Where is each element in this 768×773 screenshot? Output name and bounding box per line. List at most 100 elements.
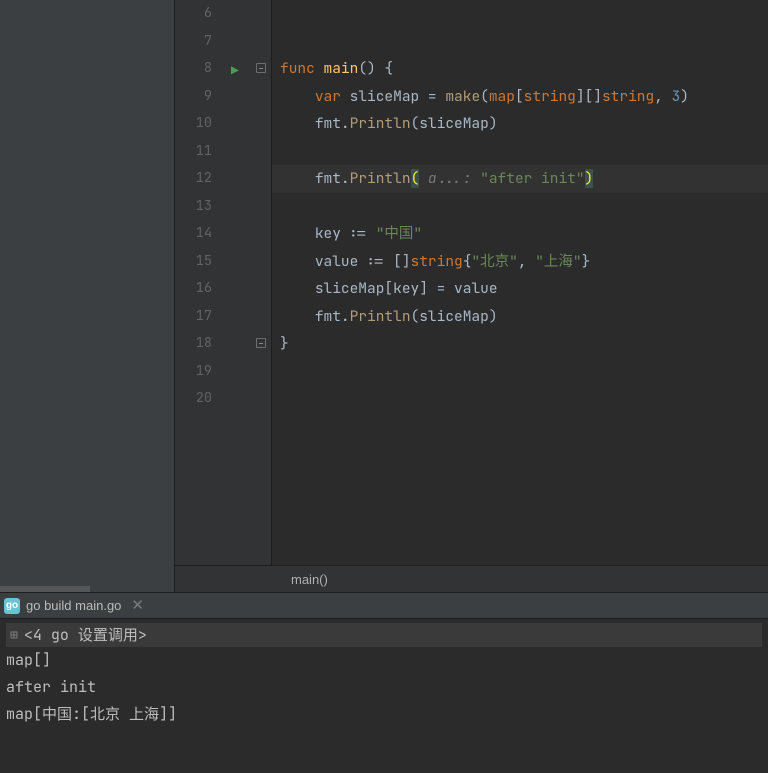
editor: 67891011121314151617181920 ▶ func main()… — [175, 0, 768, 592]
console-output-line: map[] — [6, 647, 762, 674]
code-line[interactable]: key := "中国" — [272, 220, 768, 248]
code-token: map — [489, 87, 515, 106]
code-token: , — [654, 87, 671, 106]
code-token: main — [324, 59, 359, 78]
line-number[interactable]: 14 — [175, 220, 212, 248]
code-token: ( — [411, 169, 420, 188]
fold-gutter[interactable] — [254, 0, 272, 565]
code-token: ( — [411, 307, 420, 326]
breadcrumb[interactable]: main() — [175, 565, 768, 592]
run-tab-title[interactable]: go build main.go — [26, 598, 121, 613]
code-token: string — [411, 252, 463, 271]
run-console[interactable]: ⊞ <4 go 设置调用> map[]after initmap[中国:[北京 … — [0, 619, 768, 728]
code-token: := — [341, 224, 376, 243]
line-number[interactable]: 9 — [175, 83, 212, 111]
code-line[interactable] — [272, 193, 768, 221]
code-token: "北京" — [471, 252, 517, 271]
code-token: Println — [350, 114, 411, 133]
line-number[interactable]: 19 — [175, 358, 212, 386]
code-token: } — [582, 252, 591, 271]
code-token: := [] — [358, 252, 410, 271]
code-token: () — [358, 59, 375, 78]
code-token: Println — [350, 169, 411, 188]
line-number[interactable]: 7 — [175, 28, 212, 56]
code-token: fmt — [315, 307, 341, 326]
code-token: var — [315, 87, 350, 106]
line-number[interactable]: 6 — [175, 0, 212, 28]
code-line[interactable] — [272, 0, 768, 28]
line-number-gutter[interactable]: 67891011121314151617181920 — [175, 0, 224, 565]
project-tool-window[interactable] — [0, 0, 175, 592]
code-token: ] — [419, 279, 428, 298]
code-token — [280, 307, 315, 326]
line-number[interactable]: 18 — [175, 330, 212, 358]
code-token: value — [454, 279, 498, 298]
code-token: string — [602, 87, 654, 106]
code-token: ) — [489, 307, 498, 326]
line-number[interactable]: 20 — [175, 385, 212, 413]
code-line[interactable]: fmt.Println( a...: "after init") — [272, 165, 768, 193]
code-token: a...: — [419, 169, 480, 188]
code-line[interactable]: func main() { — [272, 55, 768, 83]
code-line[interactable]: var sliceMap = make(map[string][]string,… — [272, 83, 768, 111]
code-token: ( — [480, 87, 489, 106]
code-token: Println — [350, 307, 411, 326]
code-token: string — [524, 87, 576, 106]
code-line[interactable]: } — [272, 330, 768, 358]
run-tab-strip: go go build main.go ✕ — [0, 592, 768, 619]
line-number[interactable]: 16 — [175, 275, 212, 303]
console-output-line: map[中国:[北京 上海]] — [6, 701, 762, 728]
code-token: fmt — [315, 114, 341, 133]
code-token: = — [419, 87, 445, 106]
code-token: "上海" — [535, 252, 581, 271]
line-number[interactable]: 15 — [175, 248, 212, 276]
code-token: ][] — [576, 87, 602, 106]
line-number[interactable]: 8 — [175, 55, 212, 83]
fold-icon[interactable] — [256, 338, 266, 348]
code-area[interactable]: func main() { var sliceMap = make(map[st… — [272, 0, 768, 565]
console-command-text: <4 go 设置调用> — [24, 623, 147, 647]
code-token: ) — [585, 169, 594, 188]
expand-icon[interactable]: ⊞ — [10, 623, 18, 647]
code-token: value — [315, 252, 359, 271]
code-token — [280, 87, 315, 106]
code-line[interactable] — [272, 28, 768, 56]
code-line[interactable]: fmt.Println(sliceMap) — [272, 110, 768, 138]
code-token: = — [428, 279, 454, 298]
code-token: 3 — [672, 87, 681, 106]
line-number[interactable]: 13 — [175, 193, 212, 221]
console-command-line[interactable]: ⊞ <4 go 设置调用> — [6, 623, 762, 647]
code-token: . — [341, 169, 350, 188]
close-icon[interactable]: ✕ — [131, 598, 144, 613]
code-token: key — [393, 279, 419, 298]
line-number[interactable]: 11 — [175, 138, 212, 166]
code-token: ) — [489, 114, 498, 133]
code-token: sliceMap — [419, 307, 489, 326]
code-line[interactable]: sliceMap[key] = value — [272, 275, 768, 303]
line-number[interactable]: 12 — [175, 165, 212, 193]
code-line[interactable] — [272, 358, 768, 386]
code-token: . — [341, 307, 350, 326]
project-scrollbar-thumb[interactable] — [0, 586, 90, 592]
code-token — [280, 252, 315, 271]
code-line[interactable]: fmt.Println(sliceMap) — [272, 303, 768, 331]
code-token: make — [445, 87, 480, 106]
code-line[interactable]: value := []string{"北京", "上海"} — [272, 248, 768, 276]
code-token: [ — [384, 279, 393, 298]
code-token: ( — [411, 114, 420, 133]
code-line[interactable] — [272, 138, 768, 166]
code-token: , — [518, 252, 535, 271]
code-token: "中国" — [376, 224, 422, 243]
code-token: } — [280, 334, 289, 353]
code-token: . — [341, 114, 350, 133]
code-line[interactable] — [272, 385, 768, 413]
code-token — [280, 169, 315, 188]
fold-icon[interactable] — [256, 63, 266, 73]
line-number[interactable]: 10 — [175, 110, 212, 138]
run-line-icon[interactable]: ▶ — [231, 62, 239, 79]
console-output-line: after init — [6, 674, 762, 701]
code-token: [ — [515, 87, 524, 106]
code-token: sliceMap — [315, 279, 385, 298]
line-number[interactable]: 17 — [175, 303, 212, 331]
run-gutter[interactable]: ▶ — [224, 0, 254, 565]
